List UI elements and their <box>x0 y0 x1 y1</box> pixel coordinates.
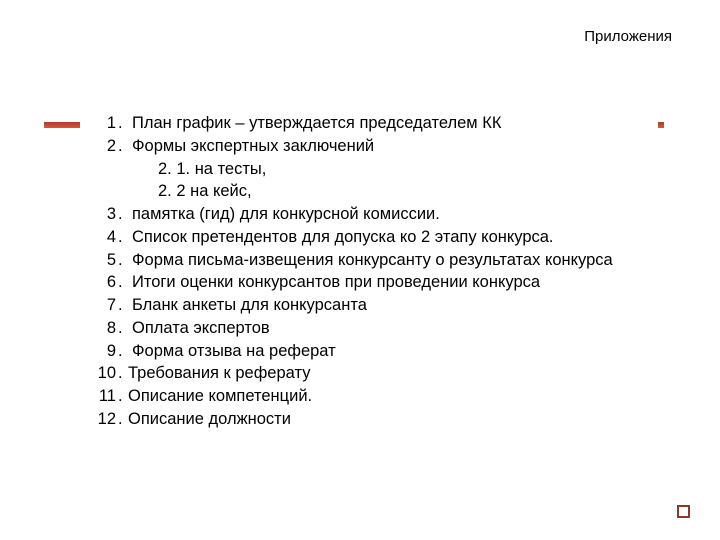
list-text: Оплата экспертов <box>128 317 648 340</box>
list-number: 7 <box>90 294 118 317</box>
list-text: Формы экспертных заключений <box>128 135 648 158</box>
content-box: 1.План график – утверждается председател… <box>80 108 658 441</box>
list-dot: . <box>118 340 128 363</box>
list-subitem: 2. 1. на тесты, <box>90 158 648 181</box>
list-dot: . <box>118 249 128 272</box>
list-dot: . <box>118 385 128 408</box>
list-number: 2 <box>90 135 118 158</box>
page-title: Приложения <box>584 28 672 45</box>
list-number: 8 <box>90 317 118 340</box>
list-dot: . <box>118 317 128 340</box>
list-number: 4 <box>90 226 118 249</box>
list-item: 9.Форма отзыва на реферат <box>90 340 648 363</box>
list-number: 9 <box>90 340 118 363</box>
list-dot: . <box>118 408 128 431</box>
list-text: Форма отзыва на реферат <box>128 340 648 363</box>
list-dot: . <box>118 294 128 317</box>
list-item: 12.Описание должности <box>90 408 648 431</box>
list-item: 6.Итоги оценки конкурсантов при проведен… <box>90 271 648 294</box>
list-subitem: 2. 2 на кейс, <box>90 180 648 203</box>
list-item: 11.Описание компетенций. <box>90 385 648 408</box>
list-number: 11 <box>90 385 118 408</box>
list-text: памятка (гид) для конкурсной комиссии. <box>128 203 648 226</box>
footer-square-icon <box>677 505 690 518</box>
list-number: 3 <box>90 203 118 226</box>
list-text: Список претендентов для допуска ко 2 эта… <box>128 226 648 249</box>
list-text: Описание должности <box>128 408 648 431</box>
list-text: Итоги оценки конкурсантов при проведении… <box>128 271 648 294</box>
list-dot: . <box>118 135 128 158</box>
list-text: План график – утверждается председателем… <box>128 112 648 135</box>
list-item: 2.Формы экспертных заключений <box>90 135 648 158</box>
list-text: Требования к реферату <box>128 362 648 385</box>
list-item: 7.Бланк анкеты для конкурсанта <box>90 294 648 317</box>
list-text: Форма письма-извещения конкурсанту о рез… <box>128 249 648 272</box>
list-number: 1 <box>90 112 118 135</box>
list-item: 8.Оплата экспертов <box>90 317 648 340</box>
list-number: 5 <box>90 249 118 272</box>
list-item: 10.Требования к реферату <box>90 362 648 385</box>
list-dot: . <box>118 203 128 226</box>
list-dot: . <box>118 362 128 385</box>
list-number: 10 <box>90 362 118 385</box>
list-item: 3.памятка (гид) для конкурсной комиссии. <box>90 203 648 226</box>
list-item: 1.План график – утверждается председател… <box>90 112 648 135</box>
list-dot: . <box>118 112 128 135</box>
list-number: 12 <box>90 408 118 431</box>
appendix-list: 1.План график – утверждается председател… <box>90 112 648 431</box>
list-item: 5. Форма письма-извещения конкурсанту о … <box>90 249 648 272</box>
list-dot: . <box>118 271 128 294</box>
list-dot: . <box>118 226 128 249</box>
list-item: 4.Список претендентов для допуска ко 2 э… <box>90 226 648 249</box>
list-number: 6 <box>90 271 118 294</box>
list-text: Описание компетенций. <box>128 385 648 408</box>
list-text: Бланк анкеты для конкурсанта <box>128 294 648 317</box>
